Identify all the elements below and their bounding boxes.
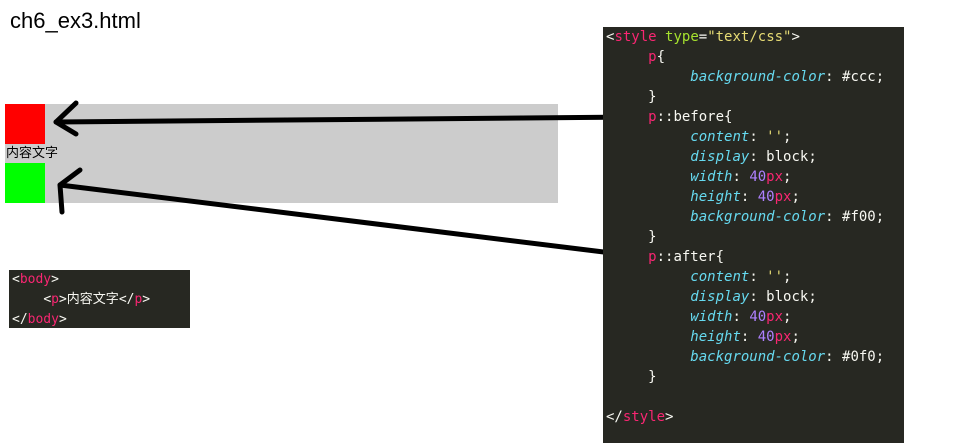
code-line: content: ''; — [690, 269, 792, 285]
code-line: p::before{ — [648, 109, 733, 125]
html-code-panel: <body> <p>内容文字</p> </body> — [9, 270, 190, 328]
code-line: width: 40px; — [690, 309, 792, 325]
code-line: p::after{ — [648, 249, 725, 265]
code-line: height: 40px; — [690, 329, 800, 345]
code-line: width: 40px; — [690, 169, 792, 185]
before-arrow-head — [53, 100, 79, 137]
code-line: </style> — [606, 409, 674, 425]
before-arrow-line — [53, 114, 643, 125]
code-line: p{ — [648, 49, 666, 65]
code-line: } — [648, 89, 657, 105]
code-line: background-color: #f00; — [690, 209, 885, 225]
code-line: display: block; — [690, 149, 817, 165]
css-code-panel: <style type="text/css"> p{ background-co… — [603, 27, 904, 443]
code-line: <style type="text/css"> — [606, 29, 800, 45]
code-line: display: block; — [690, 289, 817, 305]
code-line: } — [648, 229, 657, 245]
code-line: } — [648, 369, 657, 385]
code-line: background-color: #ccc; — [690, 69, 885, 85]
code-line: content: ''; — [690, 129, 792, 145]
after-arrow-head — [57, 167, 83, 215]
code-line: height: 40px; — [690, 189, 800, 205]
after-arrow-line — [57, 182, 631, 258]
code-line: background-color: #0f0; — [690, 349, 885, 365]
code-line: <p>内容文字</p> — [43, 292, 151, 307]
code-line: </body> — [12, 312, 67, 327]
code-line: <body> — [12, 272, 59, 287]
